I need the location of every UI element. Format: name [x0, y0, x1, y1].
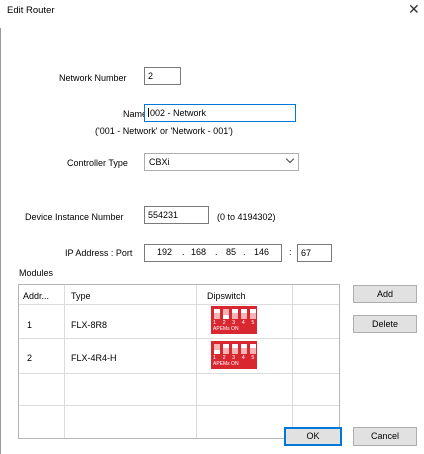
- port-input[interactable]: 67: [297, 244, 332, 262]
- ip-address-input[interactable]: 192 . 168 . 85 . 146: [144, 244, 282, 262]
- network-number-label: Network Number: [59, 73, 127, 83]
- column-header-dipswitch[interactable]: Dipswitch: [207, 291, 246, 301]
- modules-label: Modules: [19, 268, 54, 278]
- device-instance-label: Device Instance Number: [25, 212, 124, 222]
- ip-octet-4: 146: [254, 247, 270, 257]
- ip-dot: .: [182, 247, 185, 257]
- controller-type-value: CBXi: [149, 157, 170, 167]
- delete-button[interactable]: Delete: [353, 315, 417, 333]
- port-separator: :: [289, 247, 292, 257]
- device-instance-input[interactable]: 554231: [144, 206, 209, 224]
- controller-type-select[interactable]: CBXi: [144, 153, 299, 171]
- dipswitch-icon: 1 2 3 4 5 APEMs ON: [211, 341, 257, 369]
- add-button[interactable]: Add: [353, 285, 417, 303]
- close-icon[interactable]: ✕: [408, 2, 420, 16]
- window-edge: [0, 28, 1, 454]
- ip-octet-1: 192: [157, 247, 173, 257]
- row-2-addr[interactable]: 2: [27, 353, 32, 363]
- ok-button[interactable]: OK: [284, 427, 342, 446]
- text-caret: [148, 108, 149, 117]
- dipswitch-legend: APEMs ON: [213, 326, 239, 332]
- row-2-type[interactable]: FLX-4R4-H: [71, 353, 117, 363]
- cancel-button[interactable]: Cancel: [353, 427, 417, 446]
- column-divider: [64, 285, 65, 438]
- dipswitch-icon: 1 2 3 4 5 APEMs ON: [211, 306, 257, 334]
- row-divider: [19, 373, 339, 374]
- controller-type-label: Controller Type: [67, 158, 128, 168]
- column-divider: [292, 285, 293, 438]
- column-header-addr[interactable]: Addr...: [23, 291, 49, 301]
- column-header-type[interactable]: Type: [71, 291, 91, 301]
- ip-octet-2: 168: [191, 247, 207, 257]
- name-input[interactable]: 002 - Network: [144, 104, 296, 122]
- edit-router-dialog: Edit Router ✕ Network Number 2 Name 002 …: [0, 0, 424, 454]
- row-1-addr[interactable]: 1: [27, 320, 32, 330]
- network-number-input[interactable]: 2: [144, 67, 181, 85]
- ip-dot: .: [243, 247, 246, 257]
- modules-table[interactable]: Addr... Type Dipswitch 1 FLX-8R8 1 2 3 4…: [18, 284, 340, 439]
- row-divider: [19, 405, 339, 406]
- window-title: Edit Router: [7, 5, 55, 16]
- ip-dot: .: [215, 247, 218, 257]
- chevron-down-icon: [285, 154, 295, 164]
- row-divider: [19, 338, 339, 339]
- ip-octet-3: 85: [226, 247, 237, 257]
- row-1-type[interactable]: FLX-8R8: [71, 320, 107, 330]
- dipswitch-legend: APEMs ON: [213, 361, 239, 367]
- name-hint: ('001 - Network' or 'Network - 001'): [95, 126, 233, 136]
- header-divider: [19, 304, 339, 305]
- device-instance-range: (0 to 4194302): [217, 212, 276, 222]
- name-input-value: 002 - Network: [150, 108, 207, 118]
- ip-address-label: IP Address : Port: [65, 248, 133, 258]
- column-divider: [196, 285, 197, 438]
